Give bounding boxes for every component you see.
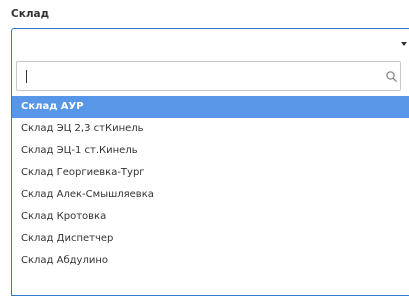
- option-item[interactable]: Склад Алек-Смышляевка: [12, 184, 409, 206]
- option-item[interactable]: Склад АУР: [12, 96, 409, 118]
- warehouse-select[interactable]: [11, 28, 409, 56]
- option-item[interactable]: Склад Кротовка: [12, 206, 409, 228]
- option-item[interactable]: Склад Диспетчер: [12, 228, 409, 250]
- option-item[interactable]: Склад Георгиевка-Тург: [12, 162, 409, 184]
- chevron-down-icon[interactable]: [401, 42, 407, 46]
- dropdown-panel: Склад АУР Склад ЭЦ 2,3 стКинель Склад ЭЦ…: [11, 56, 409, 296]
- option-item[interactable]: Склад ЭЦ 2,3 стКинель: [12, 118, 409, 140]
- search-icon: [386, 71, 397, 82]
- search-box[interactable]: [16, 61, 401, 91]
- search-input[interactable]: [17, 62, 400, 90]
- text-cursor: [26, 70, 27, 83]
- option-item[interactable]: Склад ЭЦ-1 ст.Кинель: [12, 140, 409, 162]
- option-item[interactable]: Склад Абдулино: [12, 250, 409, 272]
- field-label: Склад: [11, 8, 50, 20]
- options-list: Склад АУР Склад ЭЦ 2,3 стКинель Склад ЭЦ…: [12, 96, 409, 272]
